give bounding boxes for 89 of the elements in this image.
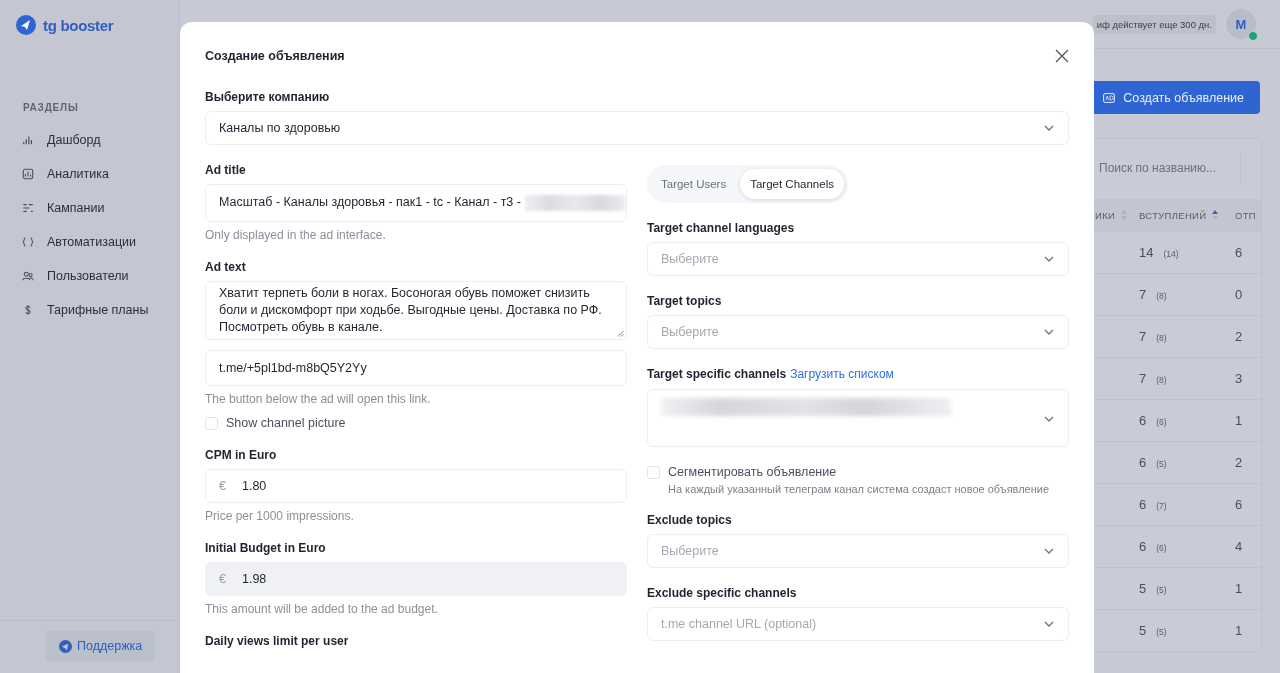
sidebar-item[interactable]: Дашборд — [0, 123, 179, 157]
help-text: This amount will be added to the ad budget. — [205, 602, 439, 616]
field-label: Target topics — [647, 294, 723, 308]
field-label: Выберите компанию — [205, 90, 331, 104]
sidebar-item[interactable]: Аналитика — [0, 157, 179, 191]
table-cell: (6) — [1156, 543, 1167, 553]
field-label: Ad title — [205, 163, 247, 177]
table-cell: 6 — [1139, 413, 1147, 428]
sidebar-item[interactable]: Кампании — [0, 191, 179, 225]
table-cell: (8) — [1156, 375, 1167, 385]
sidebar-icon — [22, 270, 34, 282]
table-cell: 6 — [1139, 497, 1147, 512]
table-cell: (7) — [1156, 501, 1167, 511]
table-cell: 7 — [1139, 371, 1147, 386]
table-cell: (8) — [1156, 291, 1167, 301]
help-text: Only displayed in the ad interface. — [205, 228, 387, 242]
column-header[interactable]: ИКИ — [1095, 209, 1116, 221]
sidebar-item[interactable]: Тарифные планы — [0, 293, 179, 327]
table-cell: 14 — [1139, 245, 1154, 260]
table-cell: (14) — [1163, 249, 1179, 259]
field-label: Exclude topics — [647, 513, 733, 527]
field-label: Target channel languages — [647, 221, 796, 235]
company-select[interactable]: Каналы по здоровью — [205, 111, 1069, 145]
field-label: Exclude specific channels — [647, 586, 798, 600]
table-cell: 5 — [1139, 581, 1147, 596]
table-cell: 6 — [1139, 455, 1147, 470]
checkbox-label: Сегментировать объявление — [668, 465, 838, 479]
table-cell-text: 0 — [1235, 287, 1244, 302]
table-cell-text: 1 — [1235, 581, 1244, 596]
table-cell-text: 1 — [1235, 413, 1244, 428]
table-cell: (5) — [1156, 459, 1167, 469]
table-cell: 5 — [1139, 623, 1147, 638]
section-title: РАЗДЕЛЫ — [23, 102, 80, 113]
upload-list-link[interactable]: Загрузить списком — [790, 367, 894, 381]
chevron-down-icon — [1044, 416, 1054, 422]
table-cell-text: 3 — [1235, 371, 1244, 386]
field-label: Ad text — [205, 260, 247, 274]
text-input[interactable]: Масштаб - Каналы здоровья - пак1 - tc - Канал - т3 - — [205, 184, 627, 222]
table-cell: (6) — [1156, 417, 1167, 427]
chevron-down-icon — [1044, 125, 1054, 131]
checkbox[interactable] — [205, 417, 218, 430]
table-cell: 7 — [1139, 287, 1147, 302]
sidebar-icon — [22, 304, 34, 316]
app-logo-text: tg booster — [43, 16, 114, 34]
chevron-down-icon — [1044, 621, 1054, 627]
table-cell-text: 2 — [1235, 329, 1244, 344]
amount-input[interactable]: € 1.80 — [205, 469, 627, 503]
help-text: The button below the ad will open this link. — [205, 392, 432, 406]
close-icon[interactable] — [1055, 49, 1069, 63]
table-cell: (5) — [1156, 627, 1167, 637]
sidebar-item[interactable]: Автоматизации — [0, 225, 179, 259]
table-cell: 7 — [1139, 329, 1147, 344]
table-cell-text: 6 — [1235, 497, 1244, 512]
chevron-down-icon — [1044, 329, 1054, 335]
resize-grip-icon — [617, 330, 624, 337]
column-header[interactable]: ОТП — [1235, 209, 1256, 221]
dialog-title: Создание объявления — [205, 49, 345, 63]
telegram-icon — [59, 639, 72, 653]
checkbox-description: На каждый указанный телеграм канал система создаст новое объявление — [668, 483, 1050, 495]
field-label: Target specific channels — [647, 367, 787, 381]
sidebar-icon — [22, 168, 34, 180]
tab[interactable]: Target Users — [651, 169, 737, 199]
table-cell-text: 4 — [1235, 539, 1244, 554]
help-text: Price per 1000 impressions. — [205, 509, 355, 523]
channels-select-field[interactable] — [647, 389, 1069, 447]
field-label: Initial Budget in Euro — [205, 541, 327, 555]
field-label: Daily views limit per user — [205, 634, 350, 648]
text-input[interactable]: t.me/+5pl1bd-m8bQ5Y2Yy — [205, 350, 627, 386]
chevron-down-icon — [1044, 256, 1054, 262]
sidebar-icon — [22, 202, 34, 214]
table-cell-text: 2 — [1235, 455, 1244, 470]
sidebar-icon — [22, 134, 34, 146]
table-cell: 6 — [1139, 539, 1147, 554]
sort-ascending-icon[interactable] — [1212, 210, 1219, 220]
chevron-down-icon — [1044, 548, 1054, 554]
ad-text-field[interactable]: Хватит терпеть боли в ногах. Босоногая обувь поможет снизить боли и дискомфорт при ходьбе. Выгодные цены. Доставка по РФ. Посмотреть обувь в канале. — [205, 281, 627, 340]
table-cell: (8) — [1156, 333, 1167, 343]
checkbox[interactable] — [647, 466, 660, 479]
table-cell: (5) — [1156, 585, 1167, 595]
ad-icon — [1103, 92, 1116, 103]
table-cell-text: 1 — [1235, 623, 1244, 638]
tab[interactable]: Target Channels — [740, 169, 844, 199]
tariff-badge: иф действует еще 300 дн. — [1092, 14, 1216, 34]
checkbox-label: Show channel picture — [226, 416, 346, 430]
sidebar-icon — [22, 236, 34, 248]
sidebar-item[interactable]: Пользователи — [0, 259, 179, 293]
table-cell-text: 6 — [1235, 245, 1244, 260]
field-label: CPM in Euro — [205, 448, 278, 462]
column-header[interactable]: ВСТУПЛЕНИЙ — [1139, 209, 1207, 221]
